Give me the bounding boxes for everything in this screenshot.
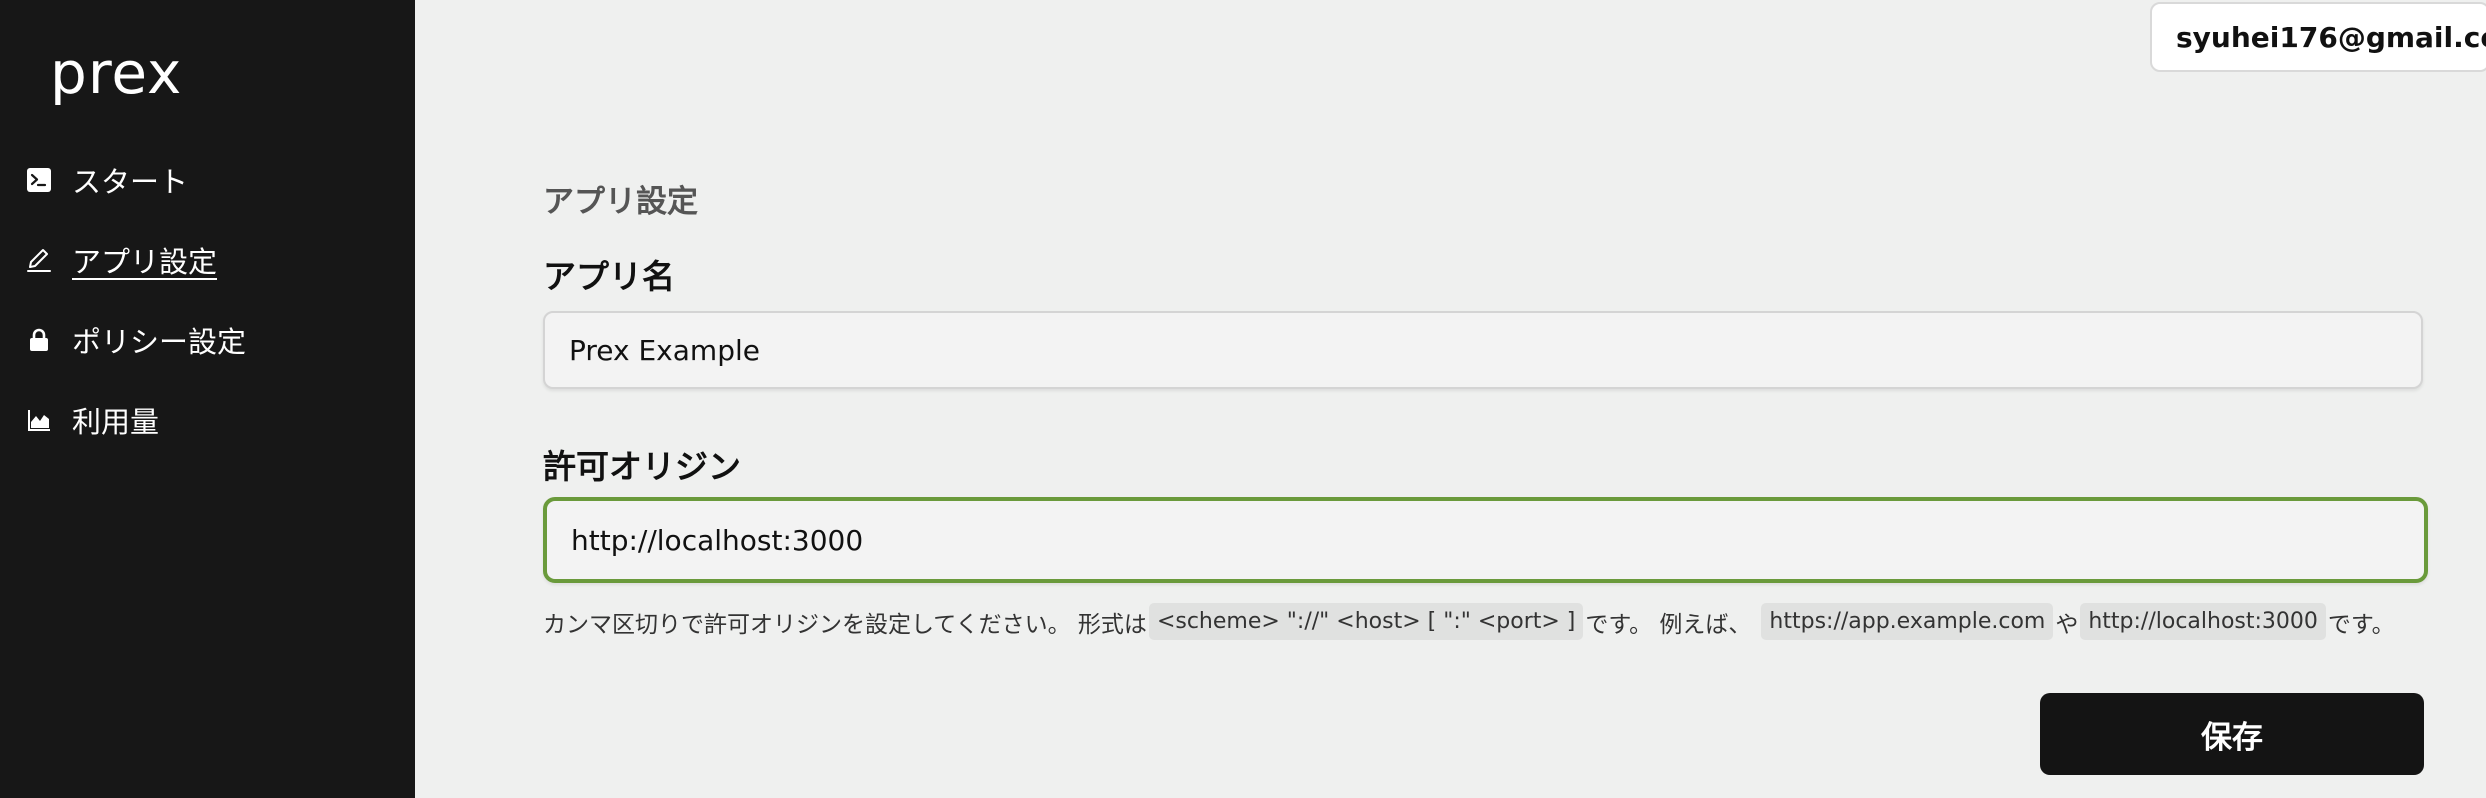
sidebar-item-app-settings[interactable]: アプリ設定: [26, 230, 217, 290]
pencil-icon: [26, 247, 52, 273]
help-text: や: [2055, 611, 2079, 638]
example-code: https://app.example.com: [1761, 603, 2054, 640]
area-chart-icon: [26, 407, 52, 433]
help-text: です。 例えば、: [1585, 611, 1752, 638]
allowed-origins-input[interactable]: [543, 497, 2428, 583]
app-name-label: アプリ名: [543, 257, 675, 296]
sidebar-item-label: スタート: [72, 165, 189, 199]
help-text: カンマ区切りで許可オリジンを設定してください。 形式は: [543, 611, 1147, 638]
sidebar-item-label: 利用量: [72, 405, 160, 439]
sidebar-item-label: ポリシー設定: [72, 325, 247, 359]
sidebar: prex スタート アプリ設定 ポリシー設定 利用量: [0, 0, 415, 798]
sidebar-item-label: アプリ設定: [72, 245, 218, 279]
page-title: アプリ設定: [543, 184, 698, 220]
sidebar-item-start[interactable]: スタート: [26, 150, 188, 210]
sidebar-item-usage[interactable]: 利用量: [26, 390, 159, 450]
user-account-button[interactable]: syuhei176@gmail.com: [2150, 2, 2486, 72]
allowed-origins-help: カンマ区切りで許可オリジンを設定してください。 形式は <scheme> ":/…: [543, 603, 2443, 640]
format-code: <scheme> "://" <host> [ ":" <port> ]: [1148, 603, 1584, 640]
help-text: です。: [2327, 611, 2395, 638]
allowed-origins-label: 許可オリジン: [543, 447, 741, 486]
logo: prex: [50, 39, 183, 107]
terminal-icon: [26, 167, 52, 193]
save-button[interactable]: 保存: [2040, 693, 2424, 775]
example-code: http://localhost:3000: [2080, 603, 2326, 640]
app-name-input[interactable]: [543, 311, 2423, 389]
sidebar-item-policy-settings[interactable]: ポリシー設定: [26, 310, 246, 370]
lock-icon: [26, 327, 52, 353]
